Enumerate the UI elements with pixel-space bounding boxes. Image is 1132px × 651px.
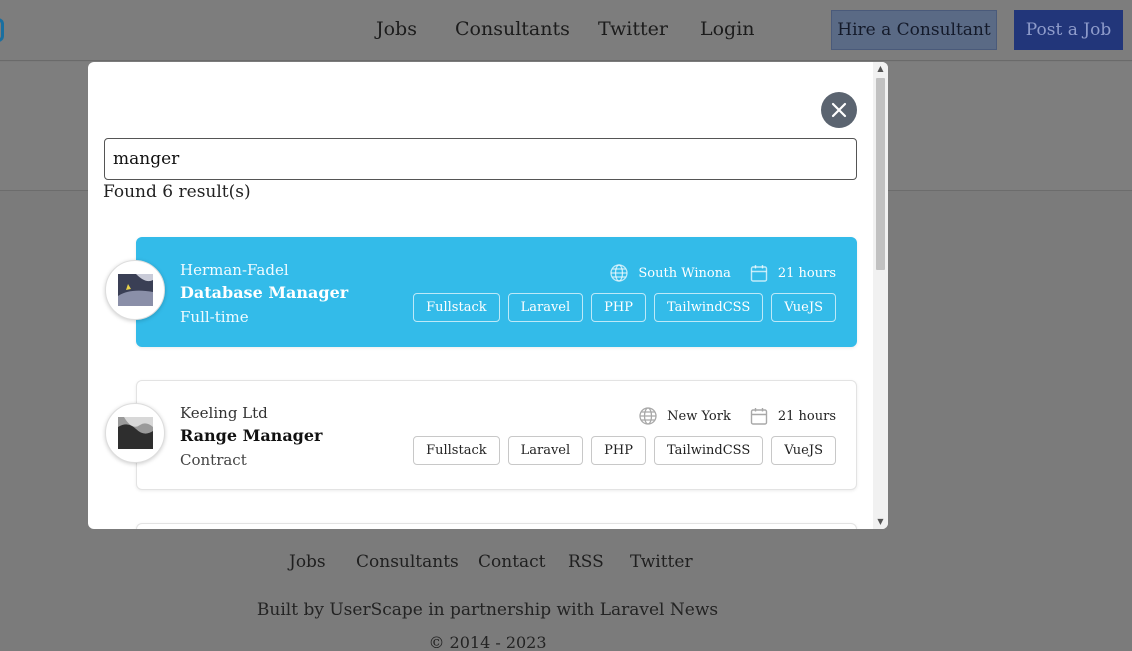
globe-icon <box>610 264 629 282</box>
tag[interactable]: VueJS <box>771 293 836 322</box>
logo[interactable] <box>0 18 4 42</box>
company-logo <box>105 260 165 320</box>
tag[interactable]: PHP <box>591 436 646 465</box>
job-meta: New York 21 hours <box>638 406 836 426</box>
tag[interactable]: VueJS <box>771 436 836 465</box>
footer-link-consultants[interactable]: Consultants <box>356 552 459 572</box>
tag[interactable]: TailwindCSS <box>654 436 764 465</box>
company-name: Herman-Fadel <box>180 261 289 279</box>
job-location: South Winona <box>638 265 731 281</box>
calendar-icon <box>750 408 768 425</box>
tag[interactable]: Laravel <box>507 293 584 322</box>
company-logo-image <box>117 274 153 306</box>
nav-link-twitter[interactable]: Twitter <box>598 18 668 40</box>
footer-link-twitter[interactable]: Twitter <box>630 552 693 572</box>
result-card-2[interactable]: Keeling Ltd Range Manager Contract New Y… <box>136 380 857 490</box>
hire-consultant-button[interactable]: Hire a Consultant <box>831 10 997 50</box>
result-count: Found 6 result(s) <box>103 182 251 202</box>
job-title[interactable]: Database Manager <box>180 283 348 302</box>
close-button[interactable] <box>821 92 857 128</box>
modal-scrollbar[interactable]: ▲ ▼ <box>873 62 888 529</box>
company-logo <box>105 403 165 463</box>
job-type: Contract <box>180 451 247 469</box>
company-name: Keeling Ltd <box>180 404 268 422</box>
job-meta: South Winona 21 hours <box>609 263 836 283</box>
search-input[interactable] <box>104 138 857 180</box>
search-modal: Found 6 result(s) Herman-Fadel Database … <box>88 62 888 529</box>
footer-link-rss[interactable]: RSS <box>568 552 604 572</box>
scroll-thumb[interactable] <box>876 78 885 270</box>
footer-credit: Built by UserScape in partnership with L… <box>256 600 719 620</box>
job-type: Full-time <box>180 308 249 326</box>
tag[interactable]: Laravel <box>507 436 584 465</box>
tag[interactable]: TailwindCSS <box>654 293 764 322</box>
footer-link-jobs[interactable]: Jobs <box>289 552 326 572</box>
nav-link-consultants[interactable]: Consultants <box>455 18 570 40</box>
company-logo-image <box>117 417 153 449</box>
nav-link-login[interactable]: Login <box>700 18 755 40</box>
result-card-3[interactable] <box>136 523 857 529</box>
job-location: New York <box>667 408 731 424</box>
job-posted: 21 hours <box>777 265 836 281</box>
job-posted: 21 hours <box>777 408 836 424</box>
job-title[interactable]: Range Manager <box>180 426 322 445</box>
tag-list: Fullstack Laravel PHP TailwindCSS VueJS <box>405 293 836 322</box>
site-header: Jobs Consultants Twitter Login Hire a Co… <box>0 0 1132 61</box>
nav-link-jobs[interactable]: Jobs <box>376 18 417 40</box>
tag[interactable]: PHP <box>591 293 646 322</box>
calendar-icon <box>750 265 768 282</box>
close-icon <box>831 102 847 118</box>
post-job-button[interactable]: Post a Job <box>1014 10 1123 50</box>
tag[interactable]: Fullstack <box>413 436 500 465</box>
scroll-down-arrow[interactable]: ▼ <box>873 515 888 529</box>
tag[interactable]: Fullstack <box>413 293 500 322</box>
result-card-1[interactable]: Herman-Fadel Database Manager Full-time … <box>136 237 857 347</box>
tag-list: Fullstack Laravel PHP TailwindCSS VueJS <box>405 436 836 465</box>
globe-icon <box>639 407 657 425</box>
footer-link-contact[interactable]: Contact <box>478 552 546 572</box>
footer-copyright: © 2014 - 2023 <box>428 633 547 651</box>
scroll-up-arrow[interactable]: ▲ <box>873 62 888 76</box>
